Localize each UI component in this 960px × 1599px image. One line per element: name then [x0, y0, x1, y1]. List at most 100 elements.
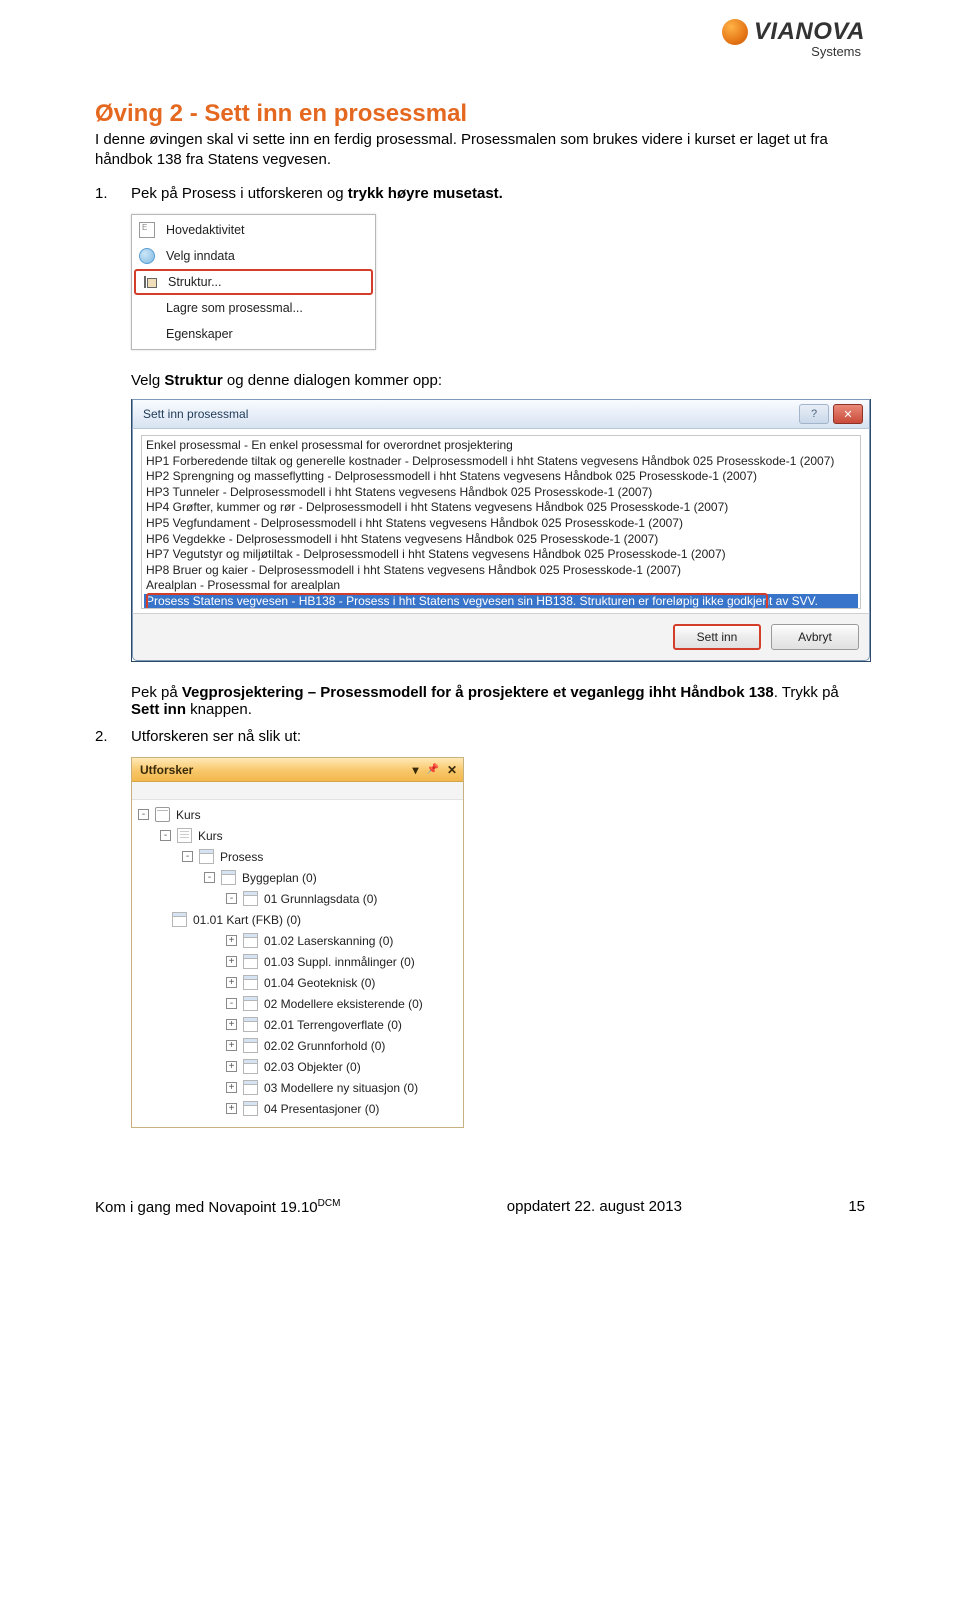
tree-node[interactable]: +02.02 Grunnforhold (0): [138, 1035, 457, 1056]
tree-node-label: 02.01 Terrengoverflate (0): [264, 1018, 402, 1032]
globe-icon: [136, 245, 158, 267]
help-button[interactable]: ?: [799, 404, 829, 424]
tree-node[interactable]: -Kurs: [138, 825, 457, 846]
collapse-icon[interactable]: -: [204, 872, 215, 883]
explorer-tree[interactable]: -Kurs-Kurs-Prosess-Byggeplan (0)-01 Grun…: [132, 800, 463, 1127]
collapse-icon[interactable]: -: [160, 830, 171, 841]
tree-node-label: Kurs: [176, 808, 201, 822]
tree-node[interactable]: - Kurs: [138, 804, 457, 825]
contextmenu-item[interactable]: Struktur...: [134, 269, 373, 295]
tree-node[interactable]: 01.01 Kart (FKB) (0): [138, 909, 457, 930]
dropdown-icon[interactable]: ▾: [412, 763, 418, 777]
tree-node[interactable]: -02 Modellere eksisterende (0): [138, 993, 457, 1014]
step-struktur-text: Velg Struktur og denne dialogen kommer o…: [131, 372, 865, 389]
template-list-item[interactable]: HP7 Vegutstyr og miljøtiltak - Delproses…: [144, 547, 858, 563]
pin-icon[interactable]: 📌: [426, 764, 438, 775]
contextmenu-item[interactable]: Hovedaktivitet: [134, 217, 373, 243]
expand-icon[interactable]: +: [226, 956, 237, 967]
blank-icon: [136, 297, 158, 319]
sett-inn-button[interactable]: Sett inn: [673, 624, 761, 650]
template-list-item[interactable]: HP4 Grøfter, kummer og rør - Delprosessm…: [144, 500, 858, 516]
dialog-titlebar[interactable]: Sett inn prosessmal ? ✕: [132, 399, 870, 429]
step-1-text: Pek på Prosess i utforskeren og trykk hø…: [131, 185, 865, 202]
explorer-toolbar-strip: [132, 782, 463, 800]
expand-icon[interactable]: +: [226, 935, 237, 946]
expand-icon[interactable]: +: [226, 1040, 237, 1051]
explorer-title: Utforsker: [140, 763, 193, 777]
contextmenu-item-label: Hovedaktivitet: [166, 223, 245, 237]
explorer-titlebar[interactable]: Utforsker ▾ 📌 ✕: [132, 758, 463, 782]
close-button[interactable]: ✕: [833, 404, 863, 424]
folder-icon: [155, 807, 170, 822]
template-list-item[interactable]: HP1 Forberedende tiltak og generelle kos…: [144, 454, 858, 470]
intro-paragraph: I denne øvingen skal vi sette inn en fer…: [95, 130, 865, 169]
cal-icon: [243, 1017, 258, 1032]
page-title: Øving 2 - Sett inn en prosessmal: [95, 100, 865, 128]
footer-center: oppdatert 22. august 2013: [507, 1198, 682, 1216]
context-menu: Hovedaktivitet Velg inndataStruktur... Lag…: [131, 214, 376, 350]
template-list-item[interactable]: HP3 Tunneler - Delprosessmodell i hht St…: [144, 485, 858, 501]
tree-node[interactable]: +02.03 Objekter (0): [138, 1056, 457, 1077]
brand-logo: VIANOVA Systems: [722, 18, 865, 59]
contextmenu-item-label: Lagre som prosessmal...: [166, 301, 303, 315]
page-icon: [177, 828, 192, 843]
contextmenu-item[interactable]: Velg inndata: [134, 243, 373, 269]
template-list-item[interactable]: HP5 Vegfundament - Delprosessmodell i hh…: [144, 516, 858, 532]
template-list-item[interactable]: Arealplan - Prosessmal for arealplan: [144, 578, 858, 594]
expand-icon[interactable]: +: [226, 1082, 237, 1093]
sphere-icon: [722, 19, 748, 45]
contextmenu-item[interactable]: Lagre som prosessmal...: [134, 295, 373, 321]
collapse-icon[interactable]: -: [226, 893, 237, 904]
template-listbox[interactable]: Enkel prosessmal - En enkel prosessmal f…: [141, 435, 861, 609]
tree-node-label: 01.04 Geoteknisk (0): [264, 976, 375, 990]
step-2-number: 2.: [95, 728, 131, 745]
tree-node-label: 02.02 Grunnforhold (0): [264, 1039, 385, 1053]
tree-node[interactable]: +01.03 Suppl. innmålinger (0): [138, 951, 457, 972]
tree-node-label: Prosess: [220, 850, 263, 864]
page-footer: Kom i gang med Novapoint 19.10DCM oppdat…: [95, 1198, 865, 1216]
tree-icon: [138, 271, 160, 293]
cal-icon: [199, 849, 214, 864]
dialog-title: Sett inn prosessmal: [143, 407, 248, 421]
step-vegprosjektering-text: Pek på Vegprosjektering – Prosessmodell …: [131, 684, 865, 718]
template-list-item[interactable]: HP6 Vegdekke - Delprosessmodell i hht St…: [144, 532, 858, 548]
footer-right: 15: [848, 1198, 865, 1216]
cal-icon: [221, 870, 236, 885]
expand-icon[interactable]: +: [226, 1103, 237, 1114]
cal-icon: [243, 1038, 258, 1053]
template-list-item[interactable]: Enkel prosessmal - En enkel prosessmal f…: [144, 438, 858, 454]
tree-node[interactable]: +03 Modellere ny situasjon (0): [138, 1077, 457, 1098]
tree-node[interactable]: +01.02 Laserskanning (0): [138, 930, 457, 951]
tree-node[interactable]: +02.01 Terrengoverflate (0): [138, 1014, 457, 1035]
cal-icon: [172, 912, 187, 927]
template-list-item[interactable]: Prosess Statens vegvesen - HB138 - Prose…: [144, 594, 858, 609]
cal-icon: [243, 933, 258, 948]
template-list-item[interactable]: HP2 Sprengning og masseflytting - Delpro…: [144, 469, 858, 485]
avbryt-button[interactable]: Avbryt: [771, 624, 859, 650]
contextmenu-item[interactable]: Egenskaper: [134, 321, 373, 347]
dialog-footer: Sett inn Avbryt: [132, 613, 870, 661]
expand-icon[interactable]: +: [226, 977, 237, 988]
tree-node[interactable]: - Byggeplan (0): [138, 867, 457, 888]
tree-node-label: Byggeplan (0): [242, 871, 317, 885]
tree-node[interactable]: - Prosess: [138, 846, 457, 867]
cal-icon: [243, 1059, 258, 1074]
collapse-icon[interactable]: -: [182, 851, 193, 862]
tree-node[interactable]: +04 Presentasjoner (0): [138, 1098, 457, 1119]
template-list-item[interactable]: HP8 Bruer og kaier - Delprosessmodell i …: [144, 563, 858, 579]
tree-node-label: 03 Modellere ny situasjon (0): [264, 1081, 418, 1095]
explorer-panel: Utforsker ▾ 📌 ✕ -Kurs-Kurs-Prosess-Bygge…: [131, 757, 464, 1128]
expand-icon[interactable]: +: [226, 1019, 237, 1030]
tree-node[interactable]: -01 Grunnlagsdata (0): [138, 888, 457, 909]
step-2: 2. Utforskeren ser nå slik ut:: [95, 728, 865, 745]
tree-node[interactable]: +01.04 Geoteknisk (0): [138, 972, 457, 993]
tree-node-label: 04 Presentasjoner (0): [264, 1102, 379, 1116]
close-panel-icon[interactable]: ✕: [447, 763, 457, 777]
collapse-icon[interactable]: -: [226, 998, 237, 1009]
brand-name: VIANOVA: [754, 18, 865, 46]
tree-node-label: 02.03 Objekter (0): [264, 1060, 361, 1074]
insert-prosessmal-dialog: Sett inn prosessmal ? ✕ Enkel prosessmal…: [131, 399, 871, 662]
collapse-icon[interactable]: -: [138, 809, 149, 820]
expand-icon[interactable]: +: [226, 1061, 237, 1072]
blank-icon: [136, 323, 158, 345]
